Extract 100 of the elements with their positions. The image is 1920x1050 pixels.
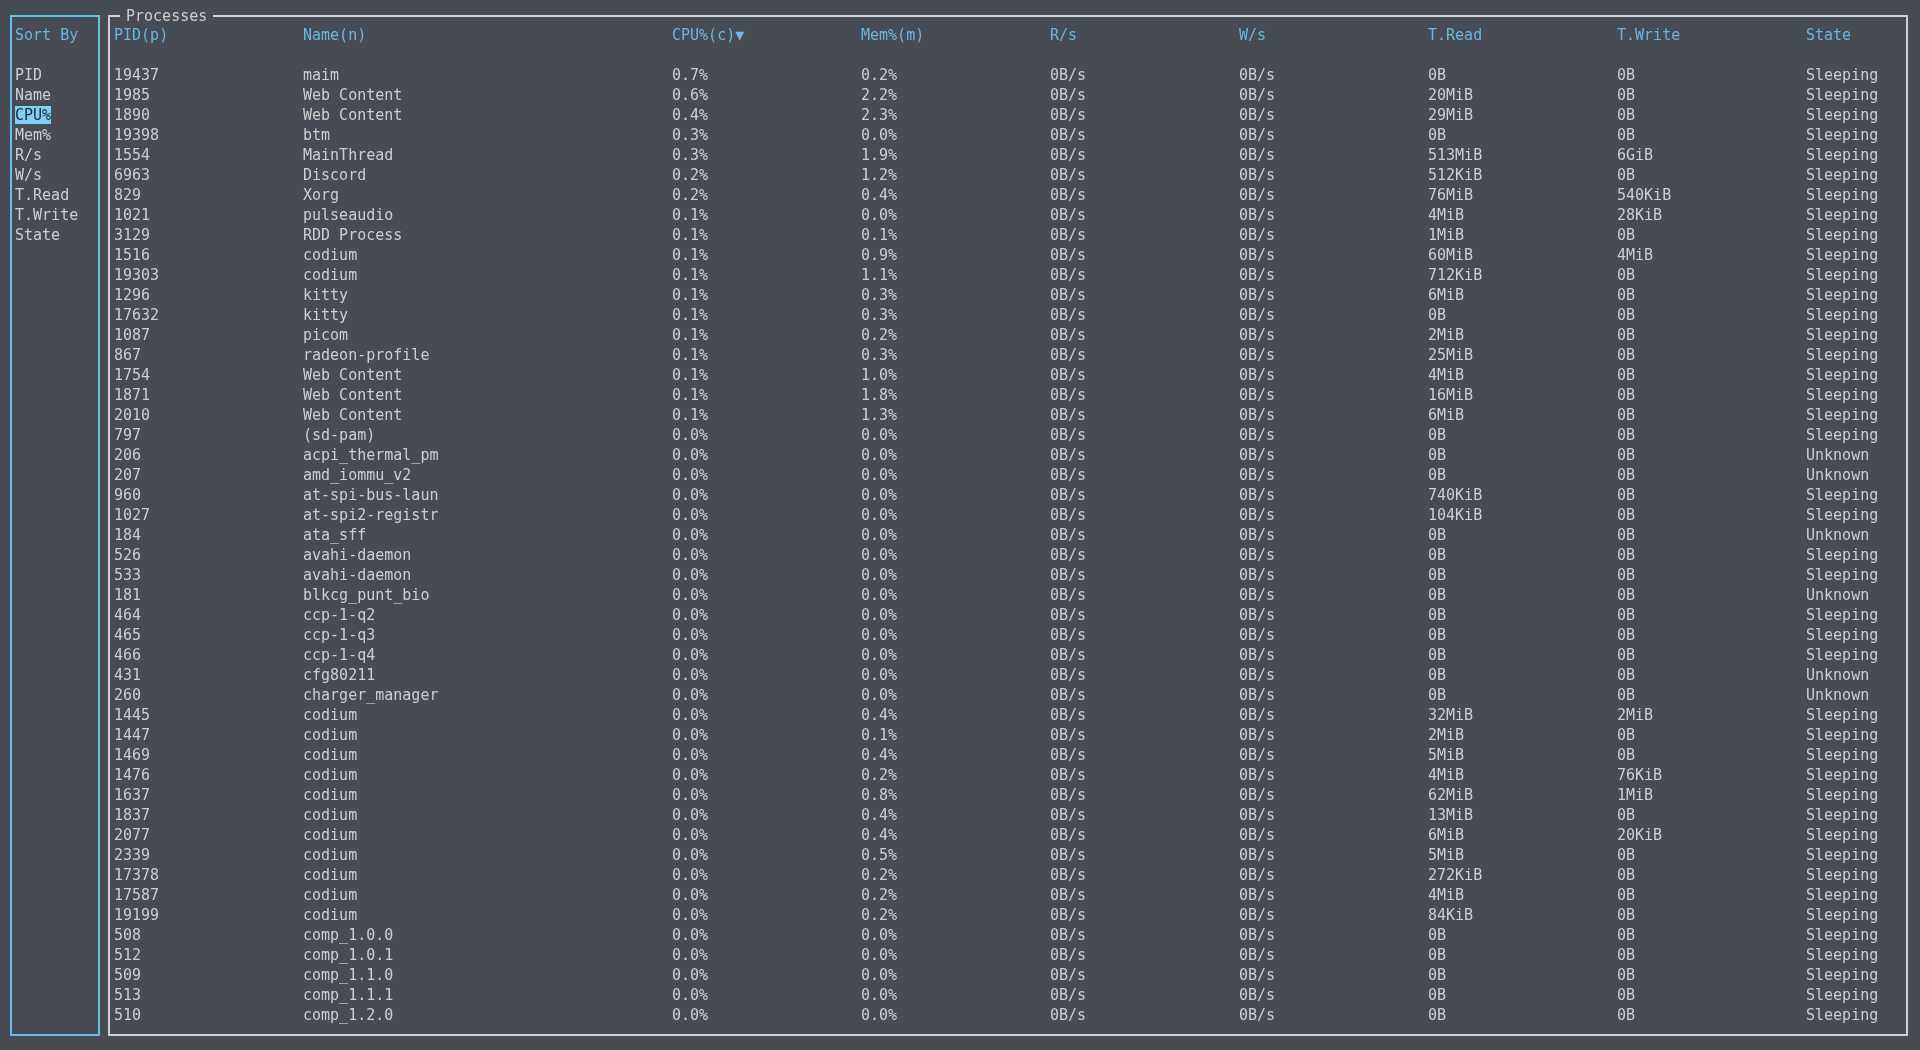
table-cell: 0B/s [1050, 345, 1087, 365]
sort-option[interactable]: T.Read [15, 186, 70, 204]
table-cell: 0.0% [861, 445, 898, 465]
table-cell: 1027 [114, 505, 151, 525]
sort-option[interactable]: R/s [15, 146, 43, 164]
table-cell: 25MiB [1428, 345, 1474, 365]
table-cell: 0B/s [1050, 885, 1087, 905]
table-cell: 0.0% [861, 525, 898, 545]
table-cell: 0.0% [861, 565, 898, 585]
table-cell: Sleeping [1806, 1005, 1879, 1025]
column-header[interactable]: T.Write [1617, 25, 1681, 45]
table-cell: avahi-daemon [303, 565, 412, 585]
table-cell: 76MiB [1428, 185, 1474, 205]
table-cell: 0B/s [1239, 125, 1276, 145]
column-header[interactable]: State [1806, 25, 1852, 45]
sort-option[interactable]: PID [15, 66, 43, 84]
table-cell: 0.1% [672, 345, 709, 365]
table-cell: 0.1% [672, 245, 709, 265]
table-cell: Sleeping [1806, 105, 1879, 125]
table-cell: 0B/s [1050, 925, 1087, 945]
table-cell: 510 [114, 1005, 142, 1025]
table-cell: 0.3% [861, 285, 898, 305]
table-cell: Sleeping [1806, 625, 1879, 645]
table-cell: 0.0% [861, 125, 898, 145]
sort-option[interactable]: CPU% [15, 106, 52, 124]
table-cell: 0B [1617, 885, 1636, 905]
column-header[interactable]: PID(p) [114, 25, 169, 45]
table-cell: 0.0% [672, 825, 709, 845]
sort-option[interactable]: Name [15, 86, 52, 104]
table-cell: MainThread [303, 145, 394, 165]
table-cell: 0.4% [672, 105, 709, 125]
table-cell: 1637 [114, 785, 151, 805]
table-cell: 0B [1428, 925, 1447, 945]
table-cell: 0.4% [861, 185, 898, 205]
table-cell: 0B/s [1239, 945, 1276, 965]
table-cell: 0B/s [1239, 765, 1276, 785]
table-cell: 0B [1428, 645, 1447, 665]
table-cell: 0B/s [1050, 145, 1087, 165]
table-cell: 1445 [114, 705, 151, 725]
table-cell: 1554 [114, 145, 151, 165]
table-cell: 0.0% [672, 985, 709, 1005]
table-cell: 0.0% [861, 985, 898, 1005]
table-cell: 0.4% [861, 705, 898, 725]
table-cell: 0.4% [861, 825, 898, 845]
table-cell: 181 [114, 585, 142, 605]
table-cell: 0.0% [861, 465, 898, 485]
table-cell: 0.1% [861, 225, 898, 245]
table-cell: 0B/s [1050, 65, 1087, 85]
table-cell: 2MiB [1428, 725, 1465, 745]
table-cell: 0.0% [861, 945, 898, 965]
table-cell: 0B [1617, 945, 1636, 965]
column-header[interactable]: Name(n) [303, 25, 367, 45]
table-cell: 0.0% [672, 805, 709, 825]
table-cell: 1087 [114, 325, 151, 345]
table-cell: comp_1.1.0 [303, 965, 394, 985]
table-cell: 0.0% [672, 765, 709, 785]
table-cell: 0B/s [1050, 505, 1087, 525]
table-cell: 0B/s [1050, 85, 1087, 105]
table-cell: acpi_thermal_pm [303, 445, 439, 465]
column-header[interactable]: T.Read [1428, 25, 1483, 45]
table-cell: 0B/s [1239, 845, 1276, 865]
table-cell: 0B/s [1050, 445, 1087, 465]
table-cell: 0B/s [1050, 645, 1087, 665]
table-cell: 0.0% [672, 565, 709, 585]
table-cell: 60MiB [1428, 245, 1474, 265]
table-cell: 84KiB [1428, 905, 1474, 925]
table-cell: 0B/s [1239, 725, 1276, 745]
table-cell: 0.0% [672, 665, 709, 685]
sort-option[interactable]: State [15, 226, 61, 244]
table-cell: 0.0% [672, 445, 709, 465]
table-cell: 0.0% [672, 605, 709, 625]
table-cell: kitty [303, 285, 349, 305]
sort-option[interactable]: T.Write [15, 206, 79, 224]
table-cell: ccp-1-q4 [303, 645, 376, 665]
table-cell: 0B [1428, 685, 1447, 705]
table-cell: codium [303, 745, 358, 765]
sort-option[interactable]: Mem% [15, 126, 52, 144]
table-cell: 1.3% [861, 405, 898, 425]
column-header[interactable]: CPU%(c)▼ [672, 25, 745, 45]
table-cell: 4MiB [1428, 205, 1465, 225]
column-header[interactable]: W/s [1239, 25, 1267, 45]
table-cell: 2339 [114, 845, 151, 865]
column-header[interactable]: R/s [1050, 25, 1078, 45]
table-cell: 272KiB [1428, 865, 1483, 885]
table-cell: 0.1% [672, 305, 709, 325]
table-cell: maim [303, 65, 340, 85]
table-cell: Sleeping [1806, 385, 1879, 405]
table-cell: 0.6% [672, 85, 709, 105]
table-cell: 0B/s [1050, 965, 1087, 985]
table-cell: 62MiB [1428, 785, 1474, 805]
table-cell: 0B/s [1239, 625, 1276, 645]
table-cell: 0B/s [1239, 865, 1276, 885]
table-cell: Sleeping [1806, 705, 1879, 725]
table-cell: Unknown [1806, 465, 1870, 485]
column-header[interactable]: Mem%(m) [861, 25, 925, 45]
table-cell: 0.3% [861, 305, 898, 325]
table-cell: Xorg [303, 185, 340, 205]
table-cell: 465 [114, 625, 142, 645]
sort-option[interactable]: W/s [15, 166, 43, 184]
table-cell: Sleeping [1806, 485, 1879, 505]
